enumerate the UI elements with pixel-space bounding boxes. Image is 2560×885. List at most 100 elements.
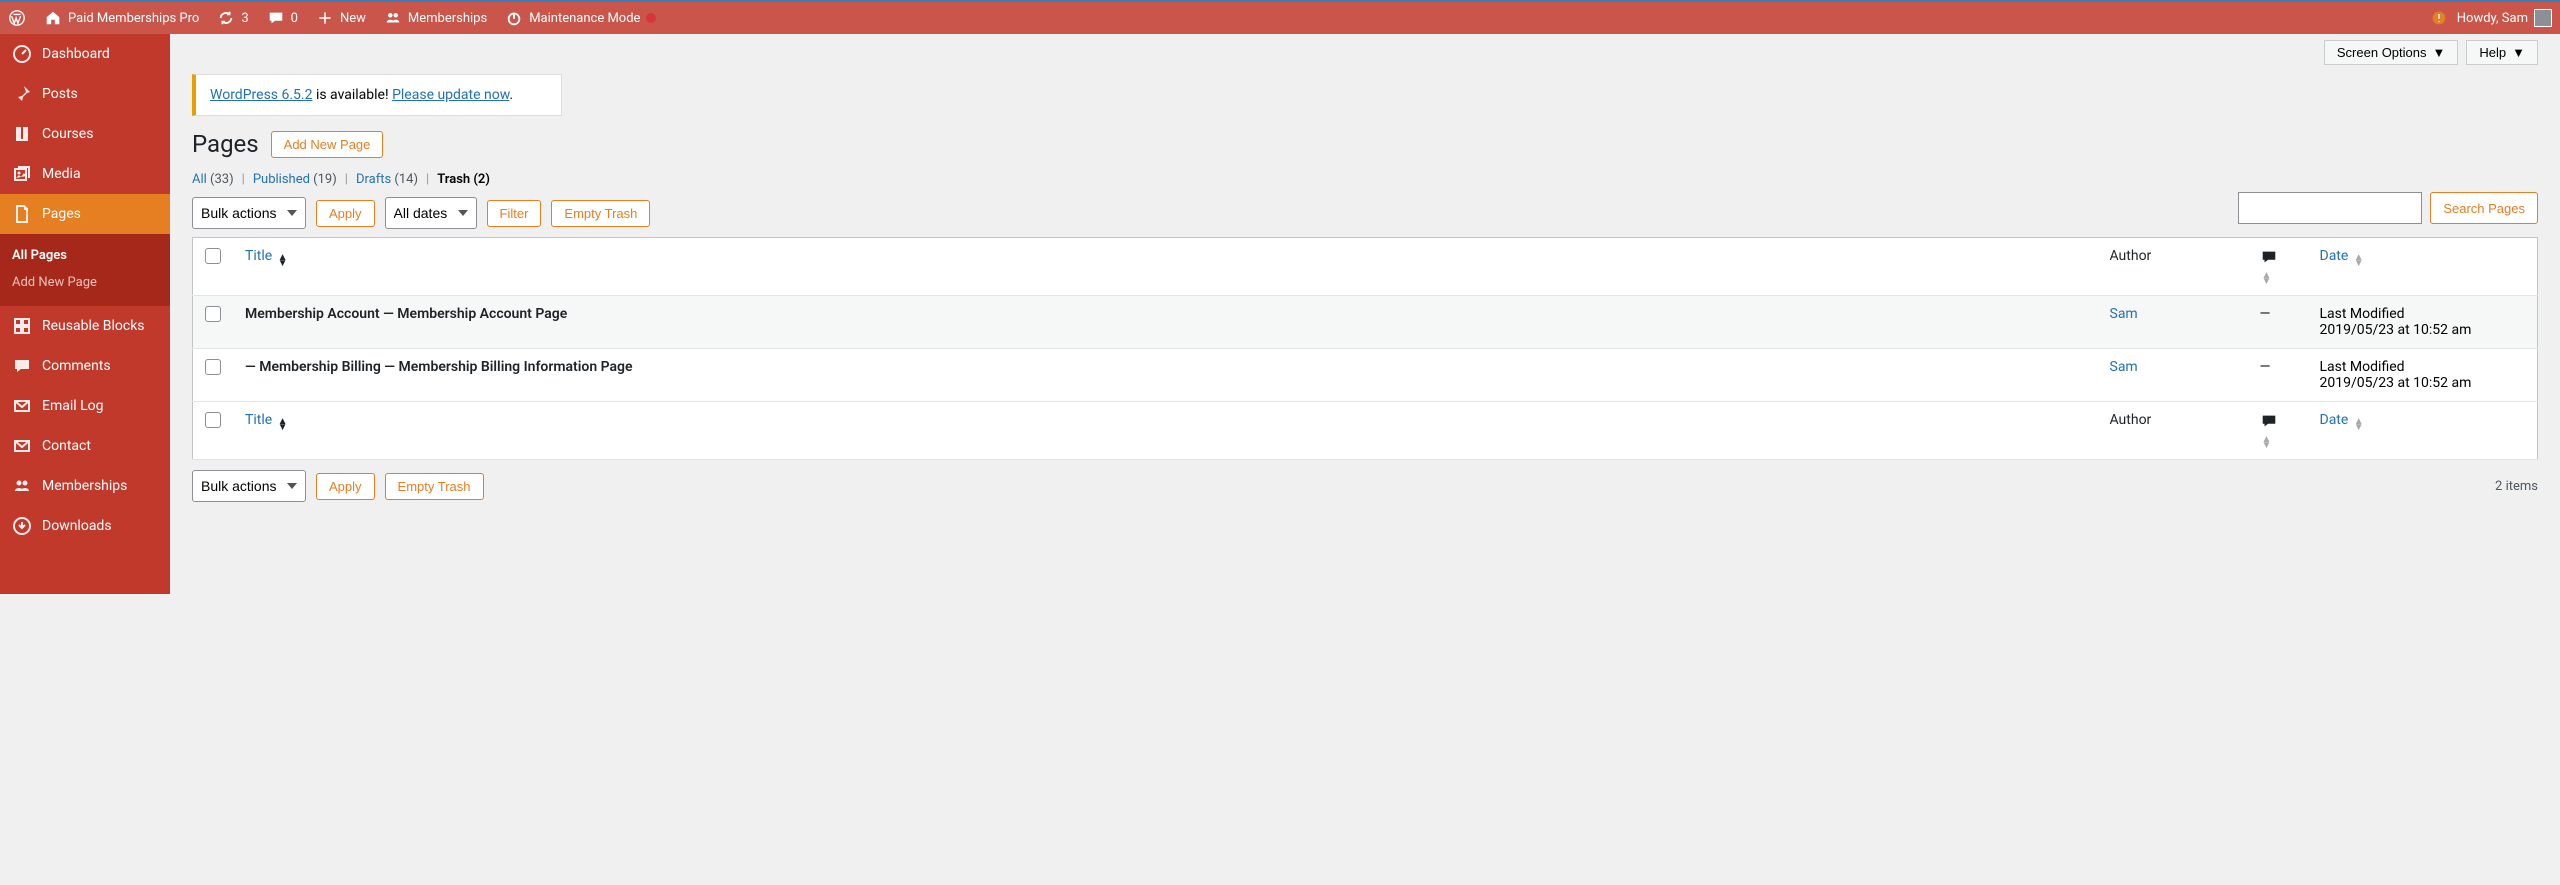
sidebar-item-contact[interactable]: Contact — [0, 426, 170, 466]
tablenav-bottom: Bulk actions Apply Empty Trash 2 items — [192, 470, 2538, 502]
row-date: Last Modified2019/05/23 at 10:52 am — [2308, 349, 2538, 402]
power-icon — [505, 9, 523, 27]
sort-icon: ▲▼ — [2262, 437, 2272, 449]
wordpress-logo[interactable] — [8, 9, 26, 27]
tablenav-top: Bulk actions Apply All dates Filter Empt… — [192, 197, 2538, 229]
row-author[interactable]: Sam — [2110, 359, 2138, 375]
select-all-checkbox-bottom[interactable] — [205, 412, 221, 428]
update-now-link[interactable]: Please update now — [392, 87, 509, 103]
filter-button[interactable]: Filter — [487, 200, 542, 227]
sidebar-sub-all-pages[interactable]: All Pages — [0, 242, 170, 269]
comments-count: 0 — [291, 11, 298, 26]
sidebar-item-pages[interactable]: Pages — [0, 194, 170, 234]
howdy-user[interactable]: Howdy, Sam — [2457, 9, 2552, 27]
site-name[interactable]: Paid Memberships Pro — [44, 9, 199, 27]
comment-icon — [12, 356, 32, 376]
bulk-actions-select-bottom[interactable]: Bulk actions — [192, 470, 306, 502]
col-author[interactable]: Author — [2098, 238, 2248, 296]
home-icon — [44, 9, 62, 27]
col-title-label: Title — [245, 248, 272, 264]
maintenance-mode[interactable]: Maintenance Mode — [505, 9, 656, 27]
row-checkbox[interactable] — [205, 359, 221, 375]
admin-bar: Paid Memberships Pro 3 0 New Memberships… — [0, 0, 2560, 34]
col-comments[interactable]: ▲▼ — [2248, 402, 2308, 460]
new-content[interactable]: New — [316, 9, 366, 27]
update-icon — [217, 9, 235, 27]
sidebar-label: Media — [42, 166, 81, 182]
blocks-icon — [12, 316, 32, 336]
select-all-checkbox[interactable] — [205, 248, 221, 264]
row-date: Last Modified2019/05/23 at 10:52 am — [2308, 296, 2538, 349]
sidebar-item-posts[interactable]: Posts — [0, 74, 170, 114]
sidebar-label: Comments — [42, 358, 111, 374]
filter-drafts[interactable]: Drafts — [356, 172, 391, 187]
avatar — [2534, 9, 2552, 27]
alert-icon[interactable] — [2431, 10, 2447, 26]
col-title[interactable]: Title ▲▼ — [233, 238, 2098, 296]
sidebar-label: Posts — [42, 86, 78, 102]
col-date[interactable]: Date ▲▼ — [2308, 238, 2538, 296]
comment-icon — [267, 9, 285, 27]
group-icon — [384, 9, 402, 27]
row-author[interactable]: Sam — [2110, 306, 2138, 322]
sidebar-item-comments[interactable]: Comments — [0, 346, 170, 386]
sidebar-label: Email Log — [42, 398, 104, 414]
help-button[interactable]: Help▼ — [2466, 40, 2538, 65]
empty-trash-button[interactable]: Empty Trash — [551, 200, 650, 227]
filter-published-count: (19) — [313, 172, 337, 187]
filter-published[interactable]: Published — [253, 172, 310, 187]
filter-trash[interactable]: Trash — [437, 172, 470, 187]
admin-sidebar: Dashboard Posts Courses Media Pages All … — [0, 34, 170, 594]
col-comments[interactable]: ▲▼ — [2248, 238, 2308, 296]
screen-options-button[interactable]: Screen Options▼ — [2324, 40, 2458, 65]
updates[interactable]: 3 — [217, 9, 248, 27]
row-comments: — — [2248, 349, 2308, 402]
sort-icon: ▲▼ — [2354, 419, 2364, 431]
pin-icon — [12, 84, 32, 104]
download-icon — [12, 516, 32, 536]
contact-icon — [12, 436, 32, 456]
sidebar-item-email-log[interactable]: Email Log — [0, 386, 170, 426]
sidebar-label: Dashboard — [42, 46, 110, 62]
sidebar-item-media[interactable]: Media — [0, 154, 170, 194]
notice-end: . — [509, 87, 513, 103]
sidebar-submenu-pages: All Pages Add New Page — [0, 234, 170, 306]
date-filter-select[interactable]: All dates — [385, 197, 477, 229]
col-date-label: Date — [2320, 248, 2349, 264]
pages-table: Title ▲▼ Author ▲▼ Date ▲▼ Membership Ac… — [192, 237, 2538, 460]
comments-bar[interactable]: 0 — [267, 9, 298, 27]
book-icon — [12, 124, 32, 144]
sidebar-item-memberships[interactable]: Memberships — [0, 466, 170, 506]
wordpress-icon — [8, 9, 26, 27]
filter-all[interactable]: All — [192, 172, 207, 187]
add-new-page-button[interactable]: Add New Page — [271, 131, 384, 158]
search-input[interactable] — [2238, 192, 2422, 224]
row-comments: — — [2248, 296, 2308, 349]
row-title[interactable]: — Membership Billing — Membership Billin… — [233, 349, 2098, 402]
col-date[interactable]: Date ▲▼ — [2308, 402, 2538, 460]
notice-text: is available! — [312, 87, 392, 103]
sort-icon: ▲▼ — [2262, 273, 2272, 285]
sidebar-item-reusable[interactable]: Reusable Blocks — [0, 306, 170, 346]
apply-button[interactable]: Apply — [316, 200, 375, 227]
wp-version-link[interactable]: WordPress 6.5.2 — [210, 87, 312, 103]
row-checkbox[interactable] — [205, 306, 221, 322]
screen-options-label: Screen Options — [2337, 45, 2427, 60]
col-title[interactable]: Title ▲▼ — [233, 402, 2098, 460]
row-title-text: — Membership Billing — Membership Billin… — [245, 359, 633, 375]
col-date-label: Date — [2320, 412, 2349, 428]
empty-trash-button-bottom[interactable]: Empty Trash — [385, 473, 484, 500]
bulk-actions-select[interactable]: Bulk actions — [192, 197, 306, 229]
sidebar-item-dashboard[interactable]: Dashboard — [0, 34, 170, 74]
col-author[interactable]: Author — [2098, 402, 2248, 460]
chevron-down-icon: ▼ — [2512, 45, 2525, 60]
col-title-label: Title — [245, 412, 272, 428]
sidebar-label: Reusable Blocks — [42, 318, 145, 334]
search-pages-button[interactable]: Search Pages — [2430, 192, 2538, 224]
sidebar-item-downloads[interactable]: Downloads — [0, 506, 170, 546]
row-title[interactable]: Membership Account — Membership Account … — [233, 296, 2098, 349]
sidebar-item-courses[interactable]: Courses — [0, 114, 170, 154]
sidebar-sub-add-new[interactable]: Add New Page — [0, 269, 170, 296]
memberships-bar[interactable]: Memberships — [384, 9, 487, 27]
apply-button-bottom[interactable]: Apply — [316, 473, 375, 500]
